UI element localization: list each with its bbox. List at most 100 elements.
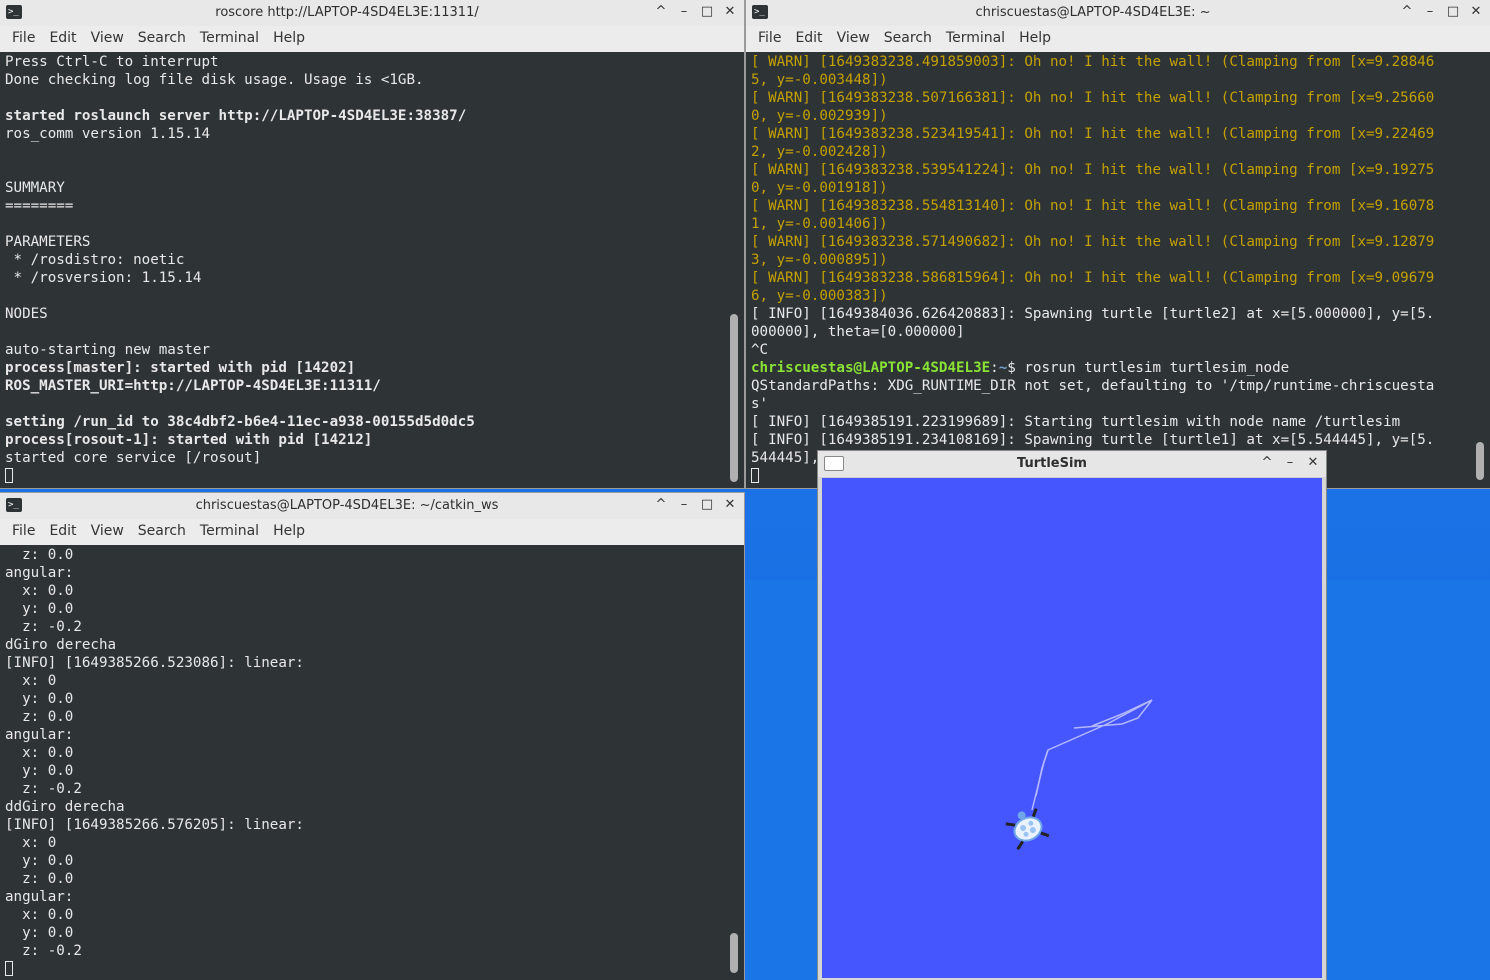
close-button[interactable]: ✕ [1467,3,1485,21]
menu-search[interactable]: Search [132,26,192,50]
terminal-line: started roslaunch server http://LAPTOP-4… [5,108,467,124]
terminal-app-icon: >_ [6,498,22,512]
scrollbar[interactable] [724,545,744,980]
terminal-line: 1, y=-0.001406]) [751,216,888,232]
menu-terminal[interactable]: Terminal [194,26,265,50]
close-button[interactable]: ✕ [721,3,739,21]
maximize-button[interactable]: ^ [652,3,670,21]
terminal-window-catkin-ws[interactable]: >_ chriscuestas@LAPTOP-4SD4EL3E: ~/catki… [0,493,744,980]
menu-view[interactable]: View [831,26,876,50]
menu-terminal[interactable]: Terminal [940,26,1011,50]
terminal-line: ddGiro derecha [5,799,125,815]
terminal-line: PARAMETERS [5,234,91,250]
terminal-line: started core service [/rosout] [5,450,262,466]
turtlesim-window[interactable]: TurtleSim ^ – ✕ [818,451,1326,980]
turtle-trail [1031,699,1153,811]
terminal-line: x: 0.0 [5,583,74,599]
terminal-output[interactable]: Press Ctrl-C to interrupt Done checking l… [0,52,724,488]
terminal-line: 0, y=-0.001918]) [751,180,888,196]
terminal-line: y: 0.0 [5,853,74,869]
terminal-line: * /rosversion: 1.15.14 [5,270,202,286]
terminal-line: x: 0 [5,673,57,689]
prompt-user: chriscuestas@LAPTOP-4SD4EL3E [751,360,991,376]
prompt-path: ~ [998,360,1008,376]
titlebar[interactable]: TurtleSim ^ – ✕ [818,451,1326,478]
restore-button[interactable]: □ [698,3,716,21]
menu-terminal[interactable]: Terminal [194,519,265,543]
window-title: chriscuestas@LAPTOP-4SD4EL3E: ~ [975,5,1211,20]
terminal-window-roscore[interactable]: >_ roscore http://LAPTOP-4SD4EL3E:11311/… [0,0,744,488]
scrollbar-thumb[interactable] [1476,442,1484,480]
terminal-line: [ WARN] [1649383238.539541224]: Oh no! I… [751,162,1435,178]
terminal-window-turtlesim-node[interactable]: >_ chriscuestas@LAPTOP-4SD4EL3E: ~ ^ – □… [746,0,1490,488]
terminal-line: z: 0.0 [5,709,74,725]
terminal-line: z: -0.2 [5,781,82,797]
menu-view[interactable]: View [85,519,130,543]
maximize-button[interactable]: ^ [1398,3,1416,21]
terminal-output[interactable]: z: 0.0 angular: x: 0.0 y: 0.0 z: -0.2 dGir… [0,545,724,980]
menu-edit[interactable]: Edit [43,26,82,50]
menu-help[interactable]: Help [267,26,311,50]
terminal-line: [INFO] [1649385266.523086]: linear: [5,655,304,671]
restore-button[interactable]: □ [1444,3,1462,21]
menu-search[interactable]: Search [132,519,192,543]
menu-edit[interactable]: Edit [43,519,82,543]
terminal-line: setting /run_id to 38c4dbf2-b6e4-11ec-a9… [5,414,475,430]
terminal-line: ros_comm version 1.15.14 [5,126,210,142]
menu-view[interactable]: View [85,26,130,50]
minimize-button[interactable]: – [675,3,693,21]
window-title: roscore http://LAPTOP-4SD4EL3E:11311/ [215,5,479,20]
scrollbar[interactable] [724,52,744,488]
log-block-before: [ WARN] [1649383238.491859003]: Oh no! I… [751,53,1465,359]
titlebar[interactable]: >_ roscore http://LAPTOP-4SD4EL3E:11311/… [0,0,744,27]
scrollbar-thumb[interactable] [730,314,738,482]
close-button[interactable]: ✕ [1304,454,1322,472]
terminal-line: [ WARN] [1649383238.507166381]: Oh no! I… [751,90,1435,106]
terminal-line: 0, y=-0.002939]) [751,108,888,124]
terminal-line: [ WARN] [1649383238.586815964]: Oh no! I… [751,270,1435,286]
terminal-line: y: 0.0 [5,925,74,941]
menu-search[interactable]: Search [878,26,938,50]
terminal-line: 6, y=-0.000383]) [751,288,888,304]
terminal-line: angular: [5,889,74,905]
menu-help[interactable]: Help [267,519,311,543]
restore-button[interactable]: □ [698,496,716,514]
terminal-line: angular: [5,727,74,743]
terminal-line: * /rosdistro: noetic [5,252,185,268]
terminal-line: QStandardPaths: XDG_RUNTIME_DIR not set,… [751,378,1435,394]
terminal-line: auto-starting new master [5,342,210,358]
window-title: chriscuestas@LAPTOP-4SD4EL3E: ~/catkin_w… [195,498,499,513]
minimize-button[interactable]: – [1281,454,1299,472]
terminal-line: Done checking log file disk usage. Usage… [5,72,424,88]
shell-prompt-line: chriscuestas@LAPTOP-4SD4EL3E:~$ rosrun t… [751,359,1465,377]
terminal-line: z: -0.2 [5,943,82,959]
terminal-line: ^C [751,342,769,358]
prompt-sep: : [990,360,999,376]
terminal-line: NODES [5,306,48,322]
maximize-button[interactable]: ^ [652,496,670,514]
terminal-output[interactable]: [ WARN] [1649383238.491859003]: Oh no! I… [746,52,1470,488]
terminal-line: x: 0.0 [5,745,74,761]
close-button[interactable]: ✕ [721,496,739,514]
menu-file[interactable]: File [752,26,787,50]
window-title: TurtleSim [1017,456,1087,471]
scrollbar[interactable] [1470,52,1490,488]
menu-help[interactable]: Help [1013,26,1057,50]
titlebar[interactable]: >_ chriscuestas@LAPTOP-4SD4EL3E: ~/catki… [0,493,744,520]
terminal-line: 5, y=-0.003448]) [751,72,888,88]
terminal-line: x: 0 [5,835,57,851]
minimize-button[interactable]: – [1421,3,1439,21]
minimize-button[interactable]: – [675,496,693,514]
menu-edit[interactable]: Edit [789,26,828,50]
titlebar[interactable]: >_ chriscuestas@LAPTOP-4SD4EL3E: ~ ^ – □… [746,0,1490,27]
terminal-line: x: 0.0 [5,907,74,923]
terminal-line: [ WARN] [1649383238.554813140]: Oh no! I… [751,198,1435,214]
maximize-button[interactable]: ^ [1258,454,1276,472]
menu-file[interactable]: File [6,26,41,50]
scrollbar-thumb[interactable] [730,933,738,973]
menu-file[interactable]: File [6,519,41,543]
cursor-line [5,467,719,485]
